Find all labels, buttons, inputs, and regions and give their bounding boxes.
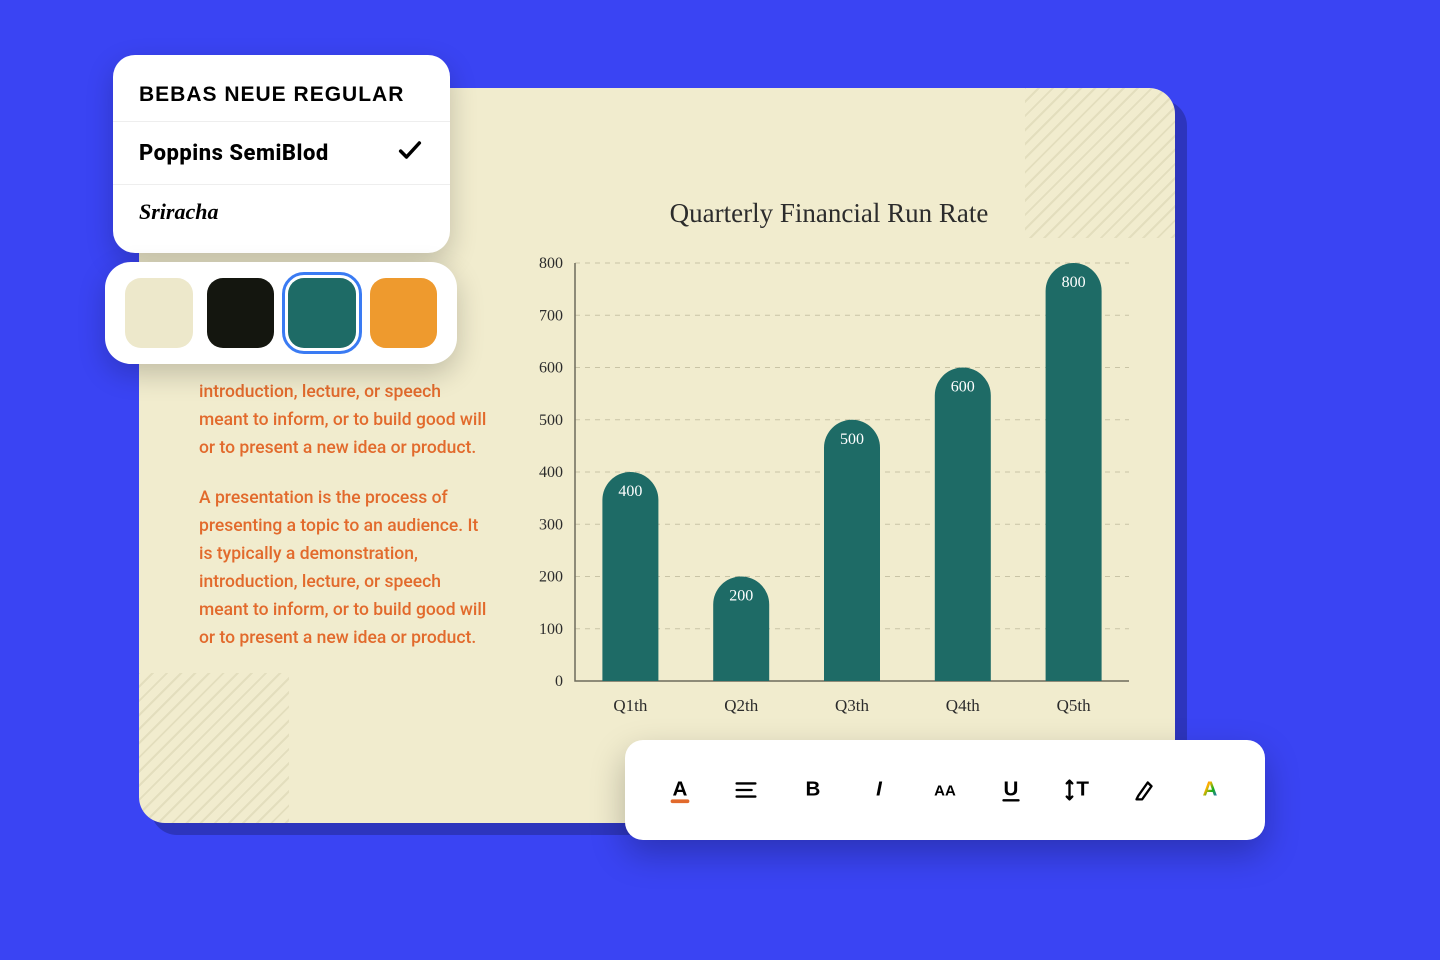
align-button[interactable] [725, 769, 767, 811]
font-option-label: Poppins SemiBlod [139, 141, 329, 166]
text-gradient-button[interactable]: A [1189, 769, 1231, 811]
svg-text:100: 100 [539, 621, 563, 638]
svg-text:T: T [1077, 778, 1090, 801]
bold-icon: B [798, 775, 828, 805]
decoration-lines-bottom-left [139, 673, 289, 823]
underline-icon: U [996, 775, 1026, 805]
font-option-sriracha[interactable]: Sriracha [113, 185, 450, 239]
line-height-button[interactable]: T [1056, 769, 1098, 811]
bar-Q4th [935, 368, 991, 682]
color-picker [105, 262, 457, 364]
color-swatch-3[interactable] [370, 278, 438, 348]
svg-text:800: 800 [539, 257, 563, 272]
slide-body-text[interactable]: introduction, lecture, or speech meant t… [199, 378, 489, 674]
svg-text:700: 700 [539, 307, 563, 324]
underline-button[interactable]: U [990, 769, 1032, 811]
text-color-icon: A [665, 775, 695, 805]
svg-text:Q2th: Q2th [724, 696, 759, 715]
letter-case-button[interactable]: AA [924, 769, 966, 811]
text-color-button[interactable]: A [659, 769, 701, 811]
bold-button[interactable]: B [792, 769, 834, 811]
svg-text:U: U [1004, 778, 1019, 801]
chart-title[interactable]: Quarterly Financial Run Rate [519, 198, 1139, 229]
svg-text:B: B [805, 778, 820, 801]
svg-text:Q4th: Q4th [946, 696, 981, 715]
bar-Q1th [602, 472, 658, 681]
check-icon [396, 136, 424, 170]
line-height-icon: T [1062, 775, 1092, 805]
svg-text:0: 0 [555, 673, 563, 690]
svg-text:A: A [673, 778, 688, 801]
svg-text:200: 200 [539, 569, 563, 586]
font-option-label: Sriracha [139, 199, 218, 225]
color-swatch-0[interactable] [125, 278, 193, 348]
font-option-label: BEBAS NEUE REGULAR [139, 83, 404, 107]
svg-text:400: 400 [618, 483, 642, 500]
svg-text:Q1th: Q1th [613, 696, 648, 715]
svg-text:600: 600 [539, 360, 563, 377]
align-icon [731, 775, 761, 805]
italic-button[interactable]: I [858, 769, 900, 811]
paragraph-2[interactable]: A presentation is the process of present… [199, 484, 489, 652]
svg-text:500: 500 [539, 412, 563, 429]
chart-container: Quarterly Financial Run Rate 0 100 200 300 4… [519, 198, 1139, 727]
svg-text:200: 200 [729, 588, 753, 605]
svg-text:Q3th: Q3th [835, 696, 870, 715]
svg-text:A: A [1202, 778, 1217, 801]
svg-text:400: 400 [539, 464, 563, 481]
bar-chart-svg: 0 100 200 300 400 500 600 700 800 400 Q1th 200 Q2th 5… [519, 257, 1139, 727]
font-option-bebas[interactable]: BEBAS NEUE REGULAR [113, 69, 450, 122]
bar-Q3th [824, 420, 880, 681]
svg-text:300: 300 [539, 516, 563, 533]
text-gradient-icon: A [1195, 775, 1225, 805]
svg-text:AA: AA [934, 783, 956, 800]
highlight-icon [1129, 775, 1159, 805]
letter-case-icon: AA [930, 775, 960, 805]
font-picker: BEBAS NEUE REGULAR Poppins SemiBlod Srir… [113, 55, 450, 253]
svg-text:600: 600 [951, 379, 975, 396]
text-format-toolbar: A B I AA U T A [625, 740, 1265, 840]
bar-Q5th [1046, 263, 1102, 681]
svg-text:800: 800 [1062, 274, 1086, 291]
italic-icon: I [864, 775, 894, 805]
bar-chart: 0 100 200 300 400 500 600 700 800 400 Q1th 200 Q2th 5… [519, 257, 1139, 727]
font-option-poppins[interactable]: Poppins SemiBlod [113, 122, 450, 185]
svg-text:I: I [876, 778, 883, 801]
color-swatch-1[interactable] [207, 278, 275, 348]
color-swatch-2[interactable] [288, 278, 356, 348]
highlight-button[interactable] [1123, 769, 1165, 811]
svg-text:500: 500 [840, 431, 864, 448]
paragraph-1[interactable]: introduction, lecture, or speech meant t… [199, 378, 489, 462]
svg-text:Q5th: Q5th [1057, 696, 1092, 715]
